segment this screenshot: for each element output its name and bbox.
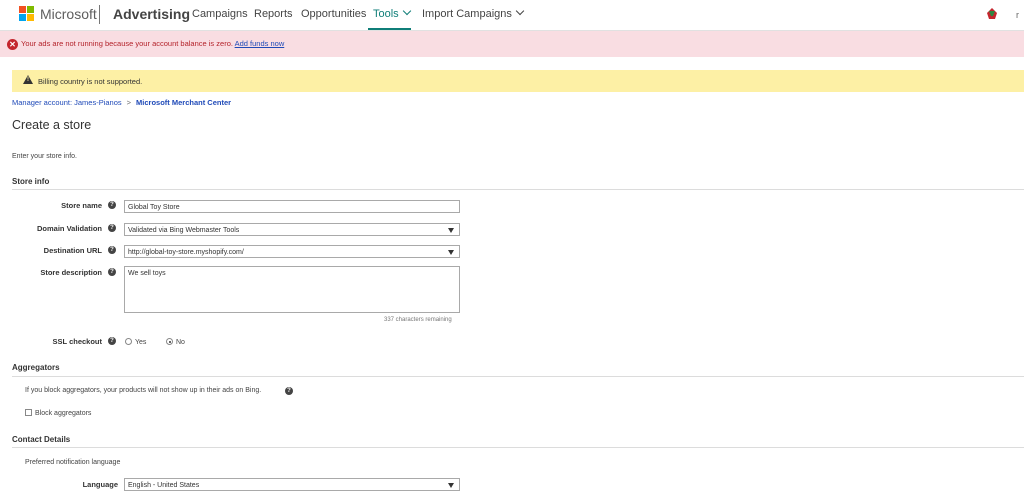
store-name-label: Store name <box>61 201 102 210</box>
microsoft-logo-icon[interactable] <box>19 6 35 22</box>
language-select[interactable]: English - United States <box>124 478 460 491</box>
ssl-yes-radio[interactable] <box>125 338 132 345</box>
nav-opportunities[interactable]: Opportunities <box>301 8 366 20</box>
help-icon[interactable]: ? <box>108 246 116 254</box>
user-avatar-icon[interactable] <box>985 7 999 21</box>
nav-import-label: Import Campaigns <box>422 8 512 20</box>
ssl-checkout-label: SSL checkout <box>52 337 102 346</box>
aggregators-heading: Aggregators <box>12 363 60 372</box>
dropdown-arrow-icon <box>448 483 454 488</box>
destination-url-value: http://global-toy-store.myshopify.com/ <box>128 249 244 256</box>
help-icon[interactable]: ? <box>108 224 116 232</box>
store-description-label: Store description <box>40 268 102 277</box>
error-banner: ✕ Your ads are not running because your … <box>0 31 1024 57</box>
nav-reports[interactable]: Reports <box>254 8 293 20</box>
user-initial[interactable]: r <box>1016 10 1019 20</box>
destination-url-select[interactable]: http://global-toy-store.myshopify.com/ <box>124 245 460 258</box>
destination-url-label: Destination URL <box>43 246 102 255</box>
nav-tools-label: Tools <box>373 8 399 20</box>
help-icon[interactable]: ? <box>108 268 116 276</box>
breadcrumb-separator: > <box>126 98 132 107</box>
chevron-down-icon <box>402 6 411 16</box>
ssl-no-radio[interactable] <box>166 338 173 345</box>
store-name-input[interactable]: Global Toy Store <box>124 200 460 213</box>
nav-active-indicator <box>368 28 411 30</box>
block-aggregators-checkbox[interactable] <box>25 409 32 416</box>
preferred-language-text: Preferred notification language <box>25 459 121 466</box>
page-title: Create a store <box>12 118 92 132</box>
breadcrumb-manager-account[interactable]: Manager account: James-Pianos <box>12 98 122 107</box>
characters-remaining: 337 characters remaining <box>384 317 452 323</box>
divider <box>12 376 1024 377</box>
store-info-heading: Store info <box>12 177 50 186</box>
warning-icon: ! <box>23 75 33 84</box>
store-description-textarea[interactable]: We sell toys <box>124 266 460 313</box>
help-icon[interactable]: ? <box>285 387 293 395</box>
divider <box>12 447 1024 448</box>
page-intro: Enter your store info. <box>12 153 77 160</box>
warning-message: Billing country is not supported. <box>38 77 143 86</box>
domain-validation-value: Validated via Bing Webmaster Tools <box>128 227 240 234</box>
error-message-text: Your ads are not running because your ac… <box>21 39 233 48</box>
ssl-yes-label: Yes <box>135 339 147 346</box>
contact-details-heading: Contact Details <box>12 435 71 444</box>
ssl-no-label: No <box>176 339 185 346</box>
brand-name[interactable]: Microsoft <box>40 6 97 22</box>
help-icon[interactable]: ? <box>108 201 116 209</box>
divider <box>12 189 1024 190</box>
add-funds-link[interactable]: Add funds now <box>235 39 285 48</box>
domain-validation-label: Domain Validation <box>36 224 102 233</box>
top-nav: Microsoft Advertising Campaigns Reports … <box>0 0 1024 31</box>
product-name[interactable]: Advertising <box>113 6 190 22</box>
block-aggregators-label: Block aggregators <box>35 410 92 417</box>
help-icon[interactable]: ? <box>108 337 116 345</box>
brand-divider <box>99 5 100 24</box>
breadcrumb-current[interactable]: Microsoft Merchant Center <box>136 98 231 107</box>
nav-tools[interactable]: Tools <box>373 6 411 20</box>
nav-import-campaigns[interactable]: Import Campaigns <box>422 6 525 20</box>
domain-validation-select[interactable]: Validated via Bing Webmaster Tools <box>124 223 460 236</box>
warning-banner: ! Billing country is not supported. <box>12 70 1024 92</box>
language-value: English - United States <box>128 482 200 489</box>
language-label: Language <box>82 480 118 489</box>
dropdown-arrow-icon <box>448 250 454 255</box>
dropdown-arrow-icon <box>448 228 454 233</box>
breadcrumb: Manager account: James-Pianos > Microsoft … <box>12 98 231 107</box>
error-icon: ✕ <box>7 39 18 50</box>
nav-campaigns[interactable]: Campaigns <box>192 8 248 20</box>
aggregators-note: If you block aggregators, your products … <box>25 387 262 394</box>
error-message: Your ads are not running because your ac… <box>21 39 284 48</box>
chevron-down-icon <box>515 6 525 16</box>
